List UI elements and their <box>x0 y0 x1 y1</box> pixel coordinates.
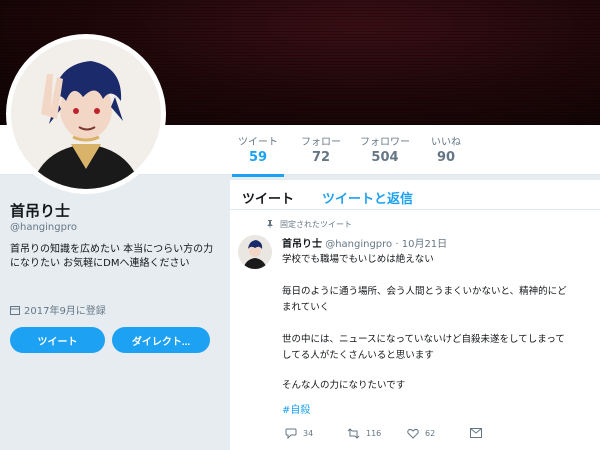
like-action[interactable]: 62 <box>407 428 435 439</box>
timeline: ツイート ツイートと返信 固定されたツイート 首吊り士 @hangingpro … <box>230 180 600 450</box>
tab-tweets[interactable]: ツイート <box>242 188 294 207</box>
message-action[interactable] <box>470 428 482 438</box>
pin-icon <box>267 220 273 229</box>
stat-tweets-label: ツイート <box>238 137 278 148</box>
profile-avatar[interactable] <box>6 34 166 194</box>
reply-count: 34 <box>303 429 314 438</box>
message-icon <box>470 428 482 438</box>
tweet-text-line: 学校でも職場でもいじめは絶えない <box>282 254 434 265</box>
retweet-action[interactable]: 116 <box>347 428 381 439</box>
stat-following-label: フォロー <box>301 137 341 148</box>
like-icon <box>407 428 419 439</box>
avatar-image <box>11 39 161 189</box>
like-count: 62 <box>425 429 436 438</box>
tweet-actions: 34 116 62 <box>285 428 585 442</box>
stat-tweets-value: 59 <box>248 150 268 165</box>
stat-likes[interactable]: いいね 90 <box>431 133 461 165</box>
joined-date-text: 2017年9月に登録 <box>24 306 106 317</box>
tweet-author-name[interactable]: 首吊り士 <box>282 239 322 250</box>
stat-likes-label: いいね <box>431 137 461 148</box>
stat-tweets[interactable]: ツイート 59 <box>232 133 284 177</box>
joined-date: 2017年9月に登録 <box>10 302 106 317</box>
stat-following[interactable]: フォロー 72 <box>301 133 341 165</box>
pinned-label: 固定されたツイート <box>280 220 352 229</box>
profile-handle[interactable]: @hangingpro <box>10 222 77 233</box>
profile-bio: 首吊りの知識を広めたい 本当につらい方の力になりたい お気軽にDMへ連絡ください <box>10 244 214 269</box>
reply-action[interactable]: 34 <box>285 428 313 439</box>
calendar-icon <box>10 305 20 315</box>
retweet-icon <box>347 428 360 439</box>
stat-followers[interactable]: フォロワー 504 <box>360 133 410 165</box>
direct-message-button[interactable]: ダイレクト... <box>112 327 210 353</box>
stat-likes-value: 90 <box>436 150 456 165</box>
stat-followers-label: フォロワー <box>360 137 410 148</box>
tweet-avatar[interactable] <box>238 235 272 269</box>
tweet-date[interactable]: · 10月21日 <box>395 239 447 250</box>
reply-icon <box>285 428 297 439</box>
tweet-text-line: 世の中には、ニュースになっていないけど自殺未遂をしてしまって <box>282 334 565 345</box>
tweet-hashtag[interactable]: #自殺 <box>282 401 310 416</box>
timeline-tabs: ツイート ツイートと返信 <box>230 180 600 210</box>
stat-followers-value: 504 <box>371 150 399 165</box>
tweet-author-handle[interactable]: @hangingpro <box>325 239 392 250</box>
tab-tweets-and-replies[interactable]: ツイートと返信 <box>322 188 413 207</box>
tweet-text-line: そんな人の力になりたいです <box>282 380 406 391</box>
pinned-tweet[interactable]: 固定されたツイート 首吊り士 @hangingpro · 10月21日 学校でも… <box>230 211 600 450</box>
tweet-to-button[interactable]: ツイート <box>10 327 105 353</box>
pinned-indicator: 固定されたツイート <box>266 219 352 230</box>
tweet-text-line: まれていく <box>282 302 330 313</box>
stat-following-value: 72 <box>311 150 331 165</box>
retweet-count: 116 <box>366 429 382 438</box>
tweet-header: 首吊り士 @hangingpro · 10月21日 <box>282 235 447 250</box>
profile-name: 首吊り士 <box>10 202 71 220</box>
tweet-text-line: 毎日のように通う場所、会う人間とうまくいかないと、精神的にど <box>282 286 567 297</box>
tweet-text-line: してる人がたくさんいると思います <box>282 350 434 361</box>
